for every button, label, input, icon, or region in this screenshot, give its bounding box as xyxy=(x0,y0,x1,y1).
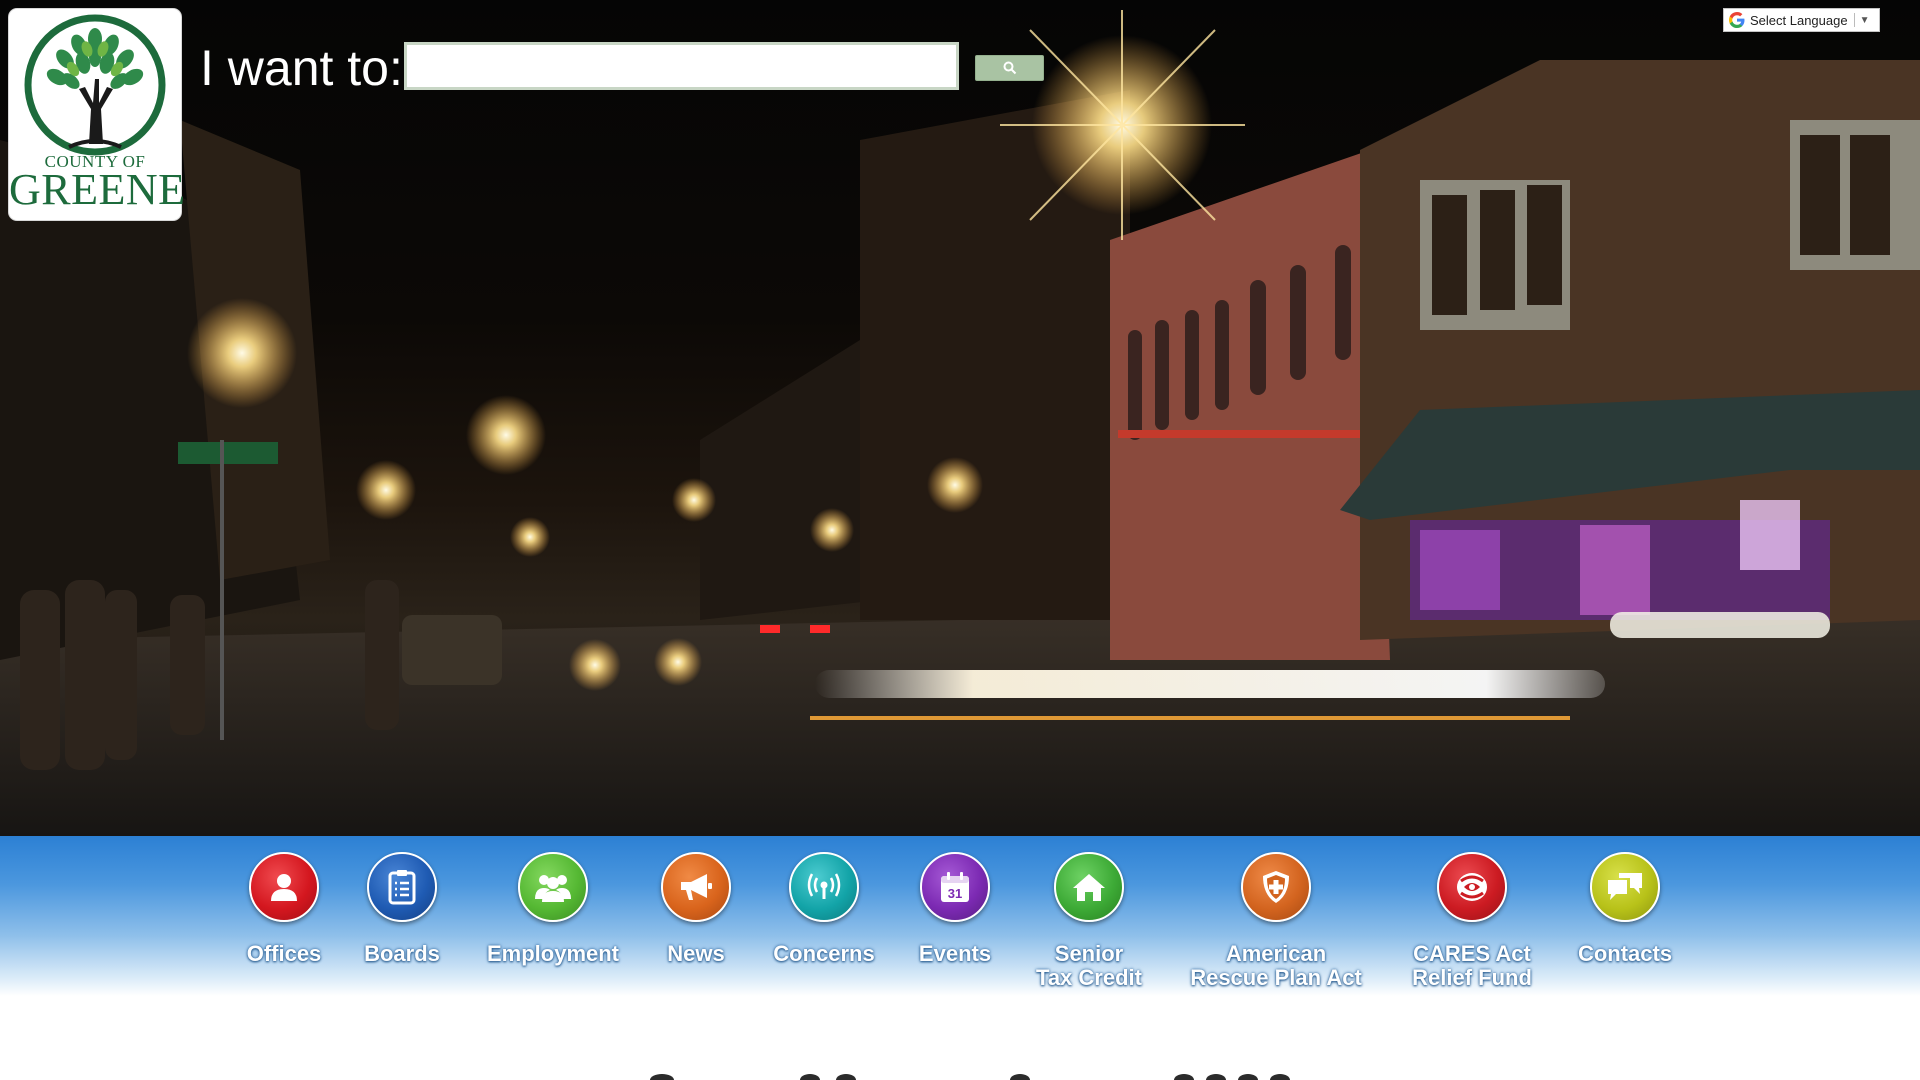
quick-link-senior-tax-credit-label: Senior Tax Credit xyxy=(1036,941,1142,990)
quick-link-events-circle: 31 xyxy=(920,852,990,922)
quick-link-employment-circle xyxy=(518,852,588,922)
virus-icon xyxy=(1457,873,1487,901)
search-icon xyxy=(1003,61,1016,75)
quick-link-senior-tax-credit-circle xyxy=(1054,852,1124,922)
quick-link-news-label: News xyxy=(667,941,725,966)
clipboard-icon xyxy=(388,870,416,905)
calendar-icon: 31 xyxy=(941,872,969,902)
person-icon xyxy=(271,874,297,901)
quick-link-events-label: Events xyxy=(918,941,992,966)
dropdown-arrow-icon: ▼ xyxy=(1859,14,1870,26)
tree-icon xyxy=(24,14,166,156)
quick-link-american-rescue-plan-act-circle xyxy=(1241,852,1311,922)
quick-link-contacts-label: Contacts xyxy=(1577,941,1673,966)
quick-link-offices-circle xyxy=(249,852,319,922)
quick-link-concerns-circle xyxy=(789,852,859,922)
logo-greene-text: GREENE xyxy=(9,165,186,214)
megaphone-icon xyxy=(681,874,712,900)
language-selector-label: Select Language xyxy=(1750,12,1848,28)
hero-image xyxy=(0,0,1920,836)
calendar-icon-day: 31 xyxy=(948,886,962,901)
quick-link-offices-label: Offices xyxy=(246,941,322,966)
quick-link-concerns-label: Concerns xyxy=(773,941,875,966)
home-icon xyxy=(1073,874,1105,901)
shield-icon xyxy=(1263,871,1289,903)
street-scene-graphic xyxy=(0,10,1920,836)
search-label: I want to: xyxy=(200,40,403,96)
quick-link-cares-act-relief-fund-circle xyxy=(1437,852,1507,922)
county-logo[interactable]: COUNTY OF GREENE xyxy=(9,9,186,220)
broadcast-icon xyxy=(807,873,841,899)
google-icon xyxy=(1729,12,1745,28)
quick-link-boards-circle xyxy=(367,852,437,922)
section-heading-partial xyxy=(620,1064,1320,1080)
quick-link-american-rescue-plan-act-label: American Rescue Plan Act xyxy=(1190,941,1362,990)
language-selector[interactable]: Select Language ▼ xyxy=(1723,8,1880,32)
quick-link-contacts-circle xyxy=(1590,852,1660,922)
quick-link-cares-act-relief-fund-label: CARES Act Relief Fund xyxy=(1412,941,1532,990)
language-selector-divider xyxy=(1853,13,1855,27)
quick-link-boards-label: Boards xyxy=(364,941,440,966)
search-input[interactable] xyxy=(404,42,959,90)
quick-link-news-circle xyxy=(661,852,731,922)
group-icon xyxy=(535,875,571,902)
quick-link-employment-label: Employment xyxy=(486,941,620,966)
chat-icon xyxy=(1608,873,1642,900)
search-button[interactable] xyxy=(975,55,1044,81)
